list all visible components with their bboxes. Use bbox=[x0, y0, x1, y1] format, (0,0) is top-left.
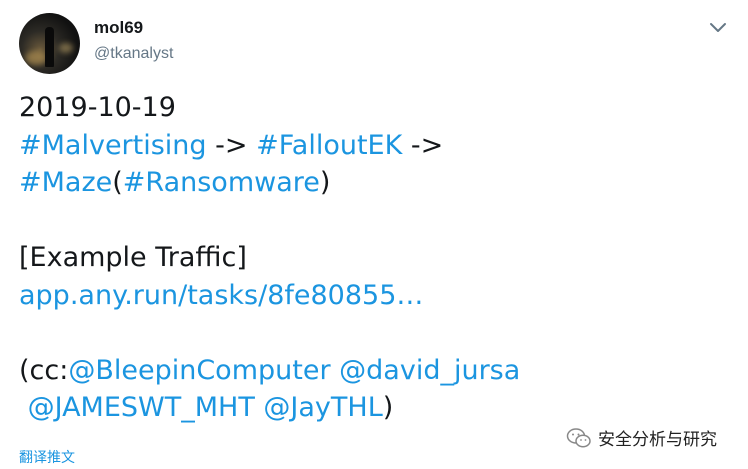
example-traffic-label: [Example Traffic] bbox=[19, 242, 247, 273]
avatar[interactable] bbox=[19, 13, 80, 74]
hashtag-malvertising[interactable]: #Malvertising bbox=[19, 130, 207, 161]
author-name[interactable]: mol69 bbox=[94, 18, 143, 38]
tweet-card: mol69 @tkanalyst 2019-10-19 #Malvertisin… bbox=[0, 0, 748, 469]
wechat-icon bbox=[566, 427, 591, 448]
hashtag-falloutek[interactable]: #FalloutEK bbox=[256, 130, 402, 161]
hashtag-maze[interactable]: #Maze bbox=[19, 167, 112, 198]
tweet-date: 2019-10-19 bbox=[19, 92, 176, 123]
mention-david-jursa[interactable]: @david_jursa bbox=[339, 355, 520, 386]
translate-tweet-link[interactable]: 翻译推文 bbox=[19, 447, 75, 467]
paren-open: ( bbox=[112, 167, 123, 198]
cc-prefix: (cc: bbox=[19, 354, 69, 386]
anyrun-link[interactable]: app.any.run/tasks/8fe80855… bbox=[19, 280, 423, 311]
mention-bleepincomputer[interactable]: @BleepinComputer bbox=[68, 355, 330, 386]
cc-suffix: ) bbox=[382, 392, 394, 423]
hashtag-ransomware[interactable]: #Ransomware bbox=[123, 167, 320, 198]
arrow-text: -> bbox=[402, 129, 444, 161]
paren-close: ) bbox=[319, 167, 331, 198]
author-handle[interactable]: @tkanalyst bbox=[94, 45, 173, 63]
watermark-text: 安全分析与研究 bbox=[598, 430, 717, 450]
arrow-text: -> bbox=[206, 129, 257, 161]
mention-jameswt-mht[interactable]: @JAMESWT_MHT bbox=[28, 392, 255, 423]
chevron-down-icon[interactable] bbox=[708, 20, 728, 36]
mention-jaythl[interactable]: @JayTHL bbox=[263, 392, 382, 423]
watermark: 安全分析与研究 bbox=[566, 425, 717, 450]
tweet-text: 2019-10-19 #Malvertising -> #FalloutEK -… bbox=[19, 89, 719, 427]
